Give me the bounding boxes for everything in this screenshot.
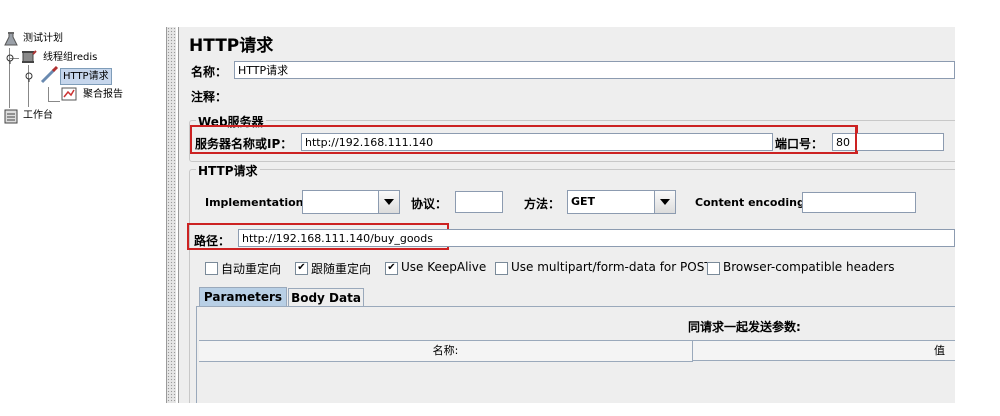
method-label: 方法： — [524, 197, 561, 211]
tree-item-label: 线程组redis — [43, 52, 98, 63]
tree-item-workbench[interactable]: 工作台 — [23, 108, 53, 124]
column-header-name[interactable]: 名称: — [199, 341, 693, 362]
protocol-label: 协议： — [411, 197, 448, 211]
parameters-caption: 同请求一起发送参数: — [688, 320, 801, 334]
method-value: GET — [571, 195, 596, 208]
column-header-label: 名称: — [432, 344, 459, 357]
tree-item-test-plan[interactable]: 测试计划 — [23, 31, 63, 47]
http-request-panel: HTTP请求 名称： HTTP请求 注释： Web服务器 服务器名称或IP： h… — [178, 27, 955, 403]
server-label: 服务器名称或IP： — [195, 137, 293, 151]
tree-item-label: 聚合报告 — [83, 89, 123, 100]
pipette-icon — [39, 65, 59, 88]
comment-label: 注释： — [191, 90, 228, 104]
tree-item-aggregate-report[interactable]: 聚合报告 — [83, 87, 123, 103]
tree-item-label: 工作台 — [23, 110, 53, 121]
pane-splitter[interactable] — [167, 27, 176, 403]
chevron-down-icon[interactable] — [378, 191, 399, 213]
follow-redirect-checkbox[interactable]: ✔ — [295, 262, 308, 275]
name-label: 名称： — [191, 65, 228, 79]
checkbox-label: Browser-compatible headers — [723, 260, 895, 274]
auto-redirect-checkbox[interactable] — [205, 262, 218, 275]
chevron-down-icon[interactable] — [654, 191, 675, 213]
checkbox-label: Use multipart/form-data for POST — [511, 260, 712, 274]
path-label: 路径： — [194, 234, 231, 248]
server-field[interactable]: http://192.168.111.140 — [301, 133, 773, 151]
expand-handle-icon[interactable] — [4, 52, 16, 67]
method-select[interactable]: GET — [567, 190, 676, 214]
column-header-label: 值 — [934, 344, 945, 357]
window-right-edge — [955, 27, 1000, 403]
spool-icon — [21, 49, 37, 68]
tree-item-http-request[interactable]: HTTP请求 — [60, 68, 112, 85]
multipart-checkbox[interactable] — [495, 262, 508, 275]
path-field[interactable]: http://192.168.111.140/buy_goods — [238, 229, 955, 247]
keepalive-checkbox[interactable]: ✔ — [385, 262, 398, 275]
encoding-field[interactable] — [802, 192, 916, 213]
column-header-value[interactable]: 值 — [693, 341, 955, 361]
checkbox-label: Use KeepAlive — [401, 260, 487, 274]
comment-field[interactable] — [230, 86, 955, 104]
report-icon — [61, 87, 77, 104]
flask-icon — [4, 32, 18, 50]
port-highlight-box — [769, 125, 857, 154]
checkbox-label: 跟随重定向 — [311, 262, 372, 276]
implementation-select[interactable] — [302, 190, 400, 214]
tree-item-thread-group[interactable]: 线程组redis — [43, 50, 97, 66]
clipboard-icon — [4, 108, 18, 127]
name-field[interactable]: HTTP请求 — [234, 61, 955, 79]
tree-item-label: 测试计划 — [23, 33, 63, 44]
test-plan-tree: 测试计划 线程组redis HTTP请求 聚合报告 工作台 — [0, 27, 167, 403]
page-title: HTTP请求 — [189, 36, 274, 56]
tab-parameters[interactable]: Parameters — [199, 287, 287, 306]
browser-headers-checkbox[interactable] — [707, 262, 720, 275]
encoding-label: Content encoding: — [695, 196, 810, 209]
protocol-field[interactable] — [455, 191, 503, 213]
checkbox-label: 自动重定向 — [221, 262, 282, 276]
tab-body-data[interactable]: Body Data — [288, 288, 364, 306]
http-request-legend: HTTP请求 — [196, 162, 260, 179]
implementation-label: Implementation: — [205, 196, 308, 209]
tree-item-label: HTTP请求 — [63, 71, 109, 82]
expand-handle-icon[interactable] — [23, 70, 35, 85]
